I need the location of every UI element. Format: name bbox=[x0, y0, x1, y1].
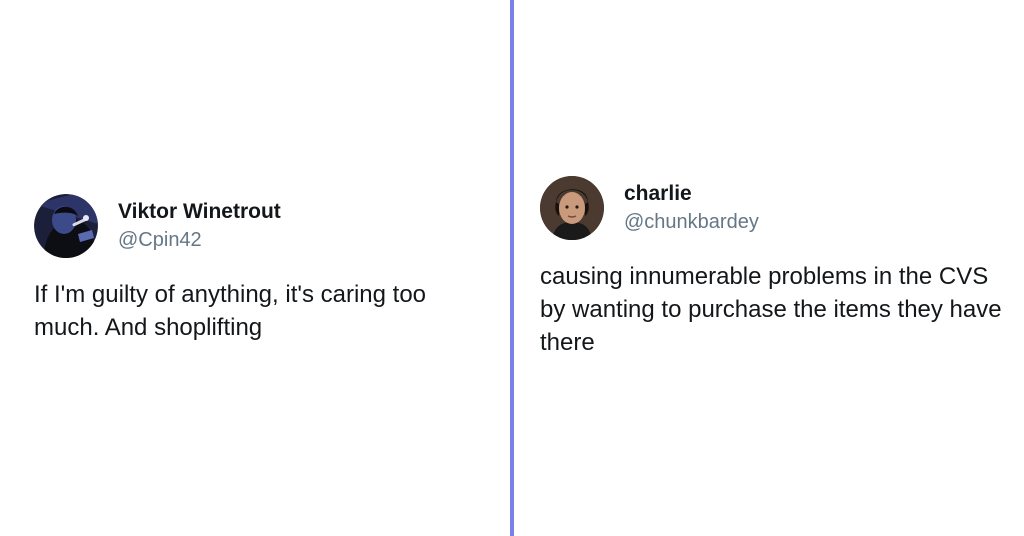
display-name[interactable]: charlie bbox=[624, 180, 759, 208]
user-handle[interactable]: @chunkbardey bbox=[624, 208, 759, 236]
avatar[interactable] bbox=[34, 194, 98, 258]
column-divider bbox=[510, 0, 514, 536]
tweet-header: Viktor Winetrout @Cpin42 bbox=[34, 194, 494, 258]
name-block: Viktor Winetrout @Cpin42 bbox=[118, 198, 281, 254]
tweet-card-left: Viktor Winetrout @Cpin42 If I'm guilty o… bbox=[34, 194, 494, 344]
dark-illustrated-avatar-icon bbox=[34, 194, 98, 258]
tweet-header: charlie @chunkbardey bbox=[540, 176, 1020, 240]
display-name[interactable]: Viktor Winetrout bbox=[118, 198, 281, 226]
tweet-text: causing innumerable problems in the CVS … bbox=[540, 263, 1002, 356]
name-block: charlie @chunkbardey bbox=[624, 180, 759, 236]
avatar[interactable] bbox=[540, 176, 604, 240]
photo-avatar-icon bbox=[540, 176, 604, 240]
user-handle[interactable]: @Cpin42 bbox=[118, 226, 281, 254]
tweet-card-right: charlie @chunkbardey causing innumerable… bbox=[540, 176, 1020, 359]
tweet-text: If I'm guilty of anything, it's caring t… bbox=[34, 281, 427, 341]
